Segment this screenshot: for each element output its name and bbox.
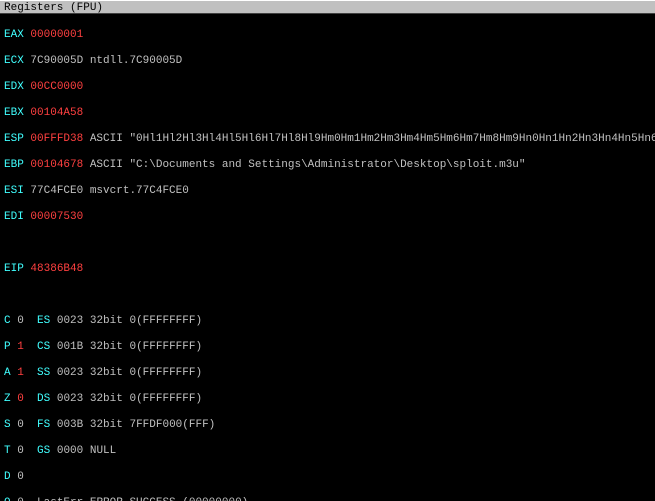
- flag-label: P: [4, 341, 11, 353]
- flag-label: A: [4, 367, 11, 379]
- reg-label: ESI: [4, 185, 24, 197]
- reg-value: 48386B48: [30, 263, 83, 275]
- reg-value: 00104A58: [30, 107, 83, 119]
- flag-value: 0: [17, 315, 24, 327]
- seg-tail: 32bit 7FFDF000(FFF): [90, 419, 215, 431]
- spacer: [4, 237, 651, 250]
- spacer: [4, 289, 651, 302]
- reg-value: 77C4FCE0: [30, 185, 83, 197]
- reg-value: 00007530: [30, 211, 83, 223]
- reg-esi: ESI 77C4FCE0 msvcrt.77C4FCE0: [4, 185, 651, 198]
- seg-label: FS: [37, 419, 50, 431]
- reg-suffix: ASCII "C:\Documents and Settings\Adminis…: [83, 159, 525, 171]
- flag-value: 0: [17, 393, 24, 405]
- seg-value: 0023: [57, 393, 83, 405]
- reg-label: EBX: [4, 107, 24, 119]
- seg-label: DS: [37, 393, 50, 405]
- reg-value: 00104678: [30, 159, 83, 171]
- flag-o: O 0 LastErr ERROR_SUCCESS (00000000): [4, 497, 651, 501]
- reg-label: EDI: [4, 211, 24, 223]
- seg-label: ES: [37, 315, 50, 327]
- registers-content: EAX 00000001 ECX 7C90005D ntdll.7C90005D…: [0, 14, 655, 501]
- seg-tail: 32bit 0(FFFFFFFF): [90, 315, 202, 327]
- seg-value: 0023: [57, 367, 83, 379]
- flag-value: 1: [17, 341, 24, 353]
- flag-label: D: [4, 471, 11, 483]
- registers-panel-title: Registers (FPU): [0, 0, 655, 14]
- reg-ebp: EBP 00104678 ASCII "C:\Documents and Set…: [4, 159, 651, 172]
- lasterr: LastErr ERROR_SUCCESS (00000000): [37, 497, 248, 501]
- flag-value: 0: [17, 445, 24, 457]
- reg-ecx: ECX 7C90005D ntdll.7C90005D: [4, 55, 651, 68]
- flag-value: 0: [17, 497, 24, 501]
- flag-value: 1: [17, 367, 24, 379]
- flag-c: C 0 ES 0023 32bit 0(FFFFFFFF): [4, 315, 651, 328]
- reg-ebx: EBX 00104A58: [4, 107, 651, 120]
- reg-suffix: msvcrt.77C4FCE0: [83, 185, 189, 197]
- reg-value: 00FFFD38: [30, 133, 83, 145]
- reg-label: ESP: [4, 133, 24, 145]
- reg-label: ECX: [4, 55, 24, 67]
- seg-label: CS: [37, 341, 50, 353]
- reg-value: 00CC0000: [30, 81, 83, 93]
- flag-z: Z 0 DS 0023 32bit 0(FFFFFFFF): [4, 393, 651, 406]
- flag-label: Z: [4, 393, 11, 405]
- reg-label: EDX: [4, 81, 24, 93]
- flag-value: 0: [17, 471, 24, 483]
- flag-s: S 0 FS 003B 32bit 7FFDF000(FFF): [4, 419, 651, 432]
- seg-value: 003B: [57, 419, 83, 431]
- flag-t: T 0 GS 0000 NULL: [4, 445, 651, 458]
- flag-label: S: [4, 419, 11, 431]
- reg-value: 00000001: [30, 29, 83, 41]
- flag-label: C: [4, 315, 11, 327]
- reg-label: EIP: [4, 263, 24, 275]
- reg-value: 7C90005D: [30, 55, 83, 67]
- reg-label: EAX: [4, 29, 24, 41]
- reg-eip: EIP 48386B48: [4, 263, 651, 276]
- seg-tail: 32bit 0(FFFFFFFF): [90, 341, 202, 353]
- reg-edx: EDX 00CC0000: [4, 81, 651, 94]
- flag-label: T: [4, 445, 11, 457]
- flag-p: P 1 CS 001B 32bit 0(FFFFFFFF): [4, 341, 651, 354]
- seg-value: 0023: [57, 315, 83, 327]
- flag-label: O: [4, 497, 11, 501]
- seg-tail: NULL: [90, 445, 116, 457]
- reg-suffix: ASCII "0Hl1Hl2Hl3Hl4Hl5Hl6Hl7Hl8Hl9Hm0Hm…: [83, 133, 655, 145]
- seg-label: SS: [37, 367, 50, 379]
- seg-label: GS: [37, 445, 50, 457]
- flag-value: 0: [17, 419, 24, 431]
- reg-esp: ESP 00FFFD38 ASCII "0Hl1Hl2Hl3Hl4Hl5Hl6H…: [4, 133, 651, 146]
- seg-value: 0000: [57, 445, 83, 457]
- seg-value: 001B: [57, 341, 83, 353]
- reg-suffix: ntdll.7C90005D: [83, 55, 182, 67]
- flag-a: A 1 SS 0023 32bit 0(FFFFFFFF): [4, 367, 651, 380]
- reg-label: EBP: [4, 159, 24, 171]
- reg-edi: EDI 00007530: [4, 211, 651, 224]
- seg-tail: 32bit 0(FFFFFFFF): [90, 393, 202, 405]
- flag-d: D 0: [4, 471, 651, 484]
- reg-eax: EAX 00000001: [4, 29, 651, 42]
- seg-tail: 32bit 0(FFFFFFFF): [90, 367, 202, 379]
